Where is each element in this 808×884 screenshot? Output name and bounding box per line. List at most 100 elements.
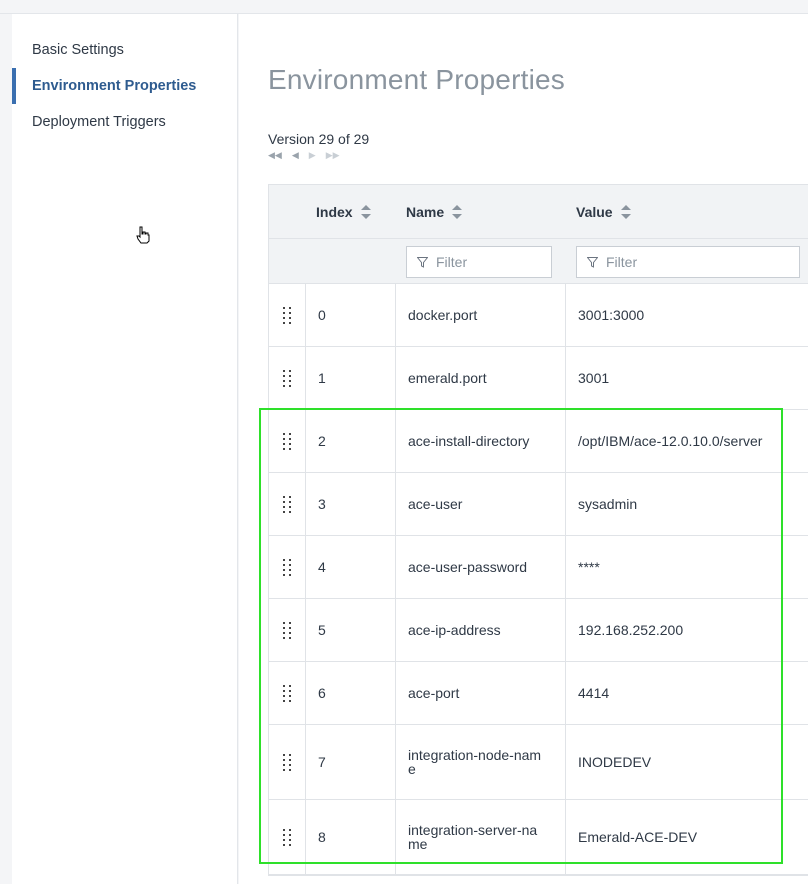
- sort-icon[interactable]: [360, 205, 371, 219]
- version-pager: ◀◀ ◀ ▶ ▶▶: [268, 150, 340, 161]
- value-cell-text: ****: [578, 559, 600, 575]
- drag-handle-icon[interactable]: [269, 800, 305, 874]
- sidebar-item-deployment-triggers[interactable]: Deployment Triggers: [12, 104, 238, 140]
- value-cell-text: sysadmin: [578, 496, 638, 512]
- page-title: Environment Properties: [268, 64, 565, 95]
- sidebar-item-label: Deployment Triggers: [32, 114, 166, 130]
- name-cell-text: integration-server-name: [408, 822, 538, 852]
- sort-icon[interactable]: [620, 205, 631, 219]
- value-cell-text: Emerald-ACE-DEV: [578, 829, 698, 845]
- filter-row: [269, 239, 808, 284]
- index-cell: 4: [305, 536, 395, 598]
- version-label: Version 29 of 29: [268, 131, 370, 147]
- index-cell: 5: [305, 599, 395, 661]
- name-filter[interactable]: [406, 246, 552, 278]
- table-body: 0 docker.port 3001:3000 1 emerald.port 3001 2 a…: [269, 284, 808, 875]
- value-cell-text: 4414: [578, 685, 610, 701]
- last-page-icon[interactable]: ▶▶: [326, 150, 340, 161]
- value-cell[interactable]: /opt/IBM/ace-12.0.10.0/server: [565, 410, 808, 472]
- prev-page-icon[interactable]: ◀: [292, 150, 299, 161]
- value-cell-text: INODEDEV: [578, 754, 652, 770]
- name-cell[interactable]: ace-user: [395, 473, 565, 535]
- index-cell-text: 5: [318, 622, 326, 638]
- name-cell-text: integration-node-name: [408, 747, 542, 777]
- sidebar-item-environment-properties[interactable]: Environment Properties: [12, 68, 238, 104]
- hand-pointer-icon: [136, 226, 150, 244]
- name-cell[interactable]: integration-server-name: [395, 800, 565, 874]
- value-cell[interactable]: 3001: [565, 347, 808, 409]
- sort-icon[interactable]: [452, 205, 463, 219]
- column-header-label: Index: [316, 204, 353, 220]
- name-cell[interactable]: emerald.port: [395, 347, 565, 409]
- table-row[interactable]: 1 emerald.port 3001: [269, 347, 808, 410]
- value-cell[interactable]: sysadmin: [565, 473, 808, 535]
- sidebar-item-label: Environment Properties: [32, 78, 197, 94]
- name-cell-text: ace-user-password: [408, 559, 528, 575]
- drag-handle-icon[interactable]: [269, 725, 305, 799]
- main-panel: Environment Properties Version 29 of 29 …: [239, 14, 808, 884]
- name-cell[interactable]: ace-ip-address: [395, 599, 565, 661]
- column-header-value[interactable]: Value: [576, 185, 631, 239]
- index-cell-text: 7: [318, 754, 326, 770]
- value-filter-input[interactable]: [606, 254, 799, 270]
- index-cell-text: 2: [318, 433, 326, 449]
- value-cell[interactable]: 4414: [565, 662, 808, 724]
- name-cell-text: ace-user: [408, 496, 463, 512]
- drag-handle-icon[interactable]: [269, 473, 305, 535]
- next-page-icon[interactable]: ▶: [309, 150, 316, 161]
- name-cell-text: ace-port: [408, 685, 460, 701]
- value-cell-text: 3001:3000: [578, 307, 645, 323]
- column-header-label: Value: [576, 204, 613, 220]
- name-cell[interactable]: ace-port: [395, 662, 565, 724]
- name-cell-text: ace-ip-address: [408, 622, 501, 638]
- table-row[interactable]: 0 docker.port 3001:3000: [269, 284, 808, 347]
- value-cell[interactable]: INODEDEV: [565, 725, 808, 799]
- value-filter[interactable]: [576, 246, 800, 278]
- name-cell-text: docker.port: [408, 307, 478, 323]
- name-cell[interactable]: ace-install-directory: [395, 410, 565, 472]
- value-cell[interactable]: ****: [565, 536, 808, 598]
- top-bar: [0, 0, 808, 14]
- table-row[interactable]: 7 integration-node-name INODEDEV: [269, 725, 808, 800]
- value-cell[interactable]: Emerald-ACE-DEV: [565, 800, 808, 874]
- index-cell-text: 8: [318, 829, 326, 845]
- index-cell-text: 3: [318, 496, 326, 512]
- column-header-name[interactable]: Name: [406, 185, 463, 239]
- index-cell-text: 4: [318, 559, 326, 575]
- table-row[interactable]: 3 ace-user sysadmin: [269, 473, 808, 536]
- value-cell-text: 192.168.252.200: [578, 622, 684, 638]
- value-cell[interactable]: 192.168.252.200: [565, 599, 808, 661]
- index-cell: 8: [305, 800, 395, 874]
- table-row[interactable]: 4 ace-user-password ****: [269, 536, 808, 599]
- drag-handle-icon[interactable]: [269, 410, 305, 472]
- name-cell[interactable]: ace-user-password: [395, 536, 565, 598]
- table-row[interactable]: 6 ace-port 4414: [269, 662, 808, 725]
- sidebar-item-basic-settings[interactable]: Basic Settings: [12, 32, 238, 68]
- index-cell-text: 0: [318, 307, 326, 323]
- sidebar-item-label: Basic Settings: [32, 42, 124, 58]
- column-header-label: Name: [406, 204, 445, 220]
- filter-icon: [587, 256, 598, 268]
- drag-handle-icon[interactable]: [269, 599, 305, 661]
- value-cell[interactable]: 3001:3000: [565, 284, 808, 346]
- table-row[interactable]: 2 ace-install-directory/opt/IBM/ace-12.0.…: [269, 410, 808, 473]
- index-cell-text: 1: [318, 370, 326, 386]
- name-filter-input[interactable]: [436, 254, 551, 270]
- column-header-index[interactable]: Index: [316, 185, 371, 239]
- name-cell[interactable]: docker.port: [395, 284, 565, 346]
- value-cell-text: 3001: [578, 370, 610, 386]
- table-header: Index Name Value: [269, 185, 808, 239]
- index-cell: 0: [305, 284, 395, 346]
- app-window: Basic Settings Environment Properties De…: [0, 0, 808, 884]
- table-row[interactable]: 5 ace-ip-address 192.168.252.200: [269, 599, 808, 662]
- index-cell-text: 6: [318, 685, 326, 701]
- drag-handle-icon[interactable]: [269, 347, 305, 409]
- name-cell[interactable]: integration-node-name: [395, 725, 565, 799]
- first-page-icon[interactable]: ◀◀: [268, 150, 282, 161]
- index-cell: 7: [305, 725, 395, 799]
- index-cell: 3: [305, 473, 395, 535]
- drag-handle-icon[interactable]: [269, 662, 305, 724]
- drag-handle-icon[interactable]: [269, 536, 305, 598]
- drag-handle-icon[interactable]: [269, 284, 305, 346]
- table-row[interactable]: 8 integration-server-name Emerald-ACE-DEV: [269, 800, 808, 875]
